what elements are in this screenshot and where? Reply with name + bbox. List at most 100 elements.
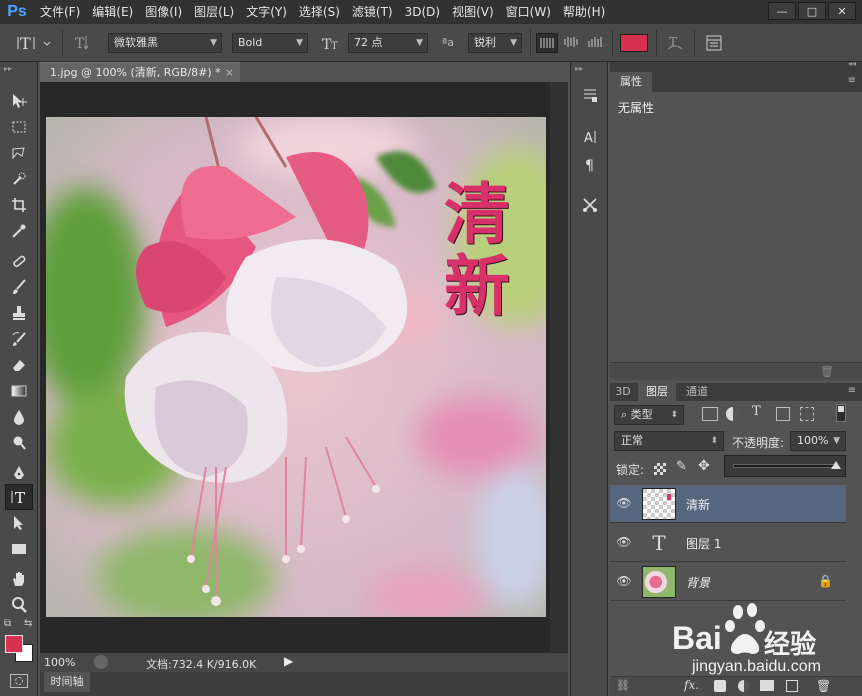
opacity-slider-track[interactable] bbox=[733, 464, 837, 468]
zoom-level[interactable]: 100% bbox=[44, 656, 75, 669]
collapse-icon[interactable]: ▸▸ bbox=[575, 64, 583, 73]
layer-name[interactable]: 清新 bbox=[686, 496, 710, 513]
tab-3d[interactable]: 3D bbox=[610, 383, 636, 401]
dodge-tool-icon[interactable] bbox=[5, 430, 33, 456]
align-left-icon[interactable] bbox=[536, 33, 558, 53]
new-layer-icon[interactable] bbox=[786, 680, 798, 692]
menu-help[interactable]: 帮助(H) bbox=[557, 0, 611, 24]
filter-pixel-icon[interactable] bbox=[702, 407, 718, 421]
restore-button[interactable]: □ bbox=[798, 2, 826, 20]
menu-file[interactable]: 文件(F) bbox=[34, 0, 86, 24]
warp-text-icon[interactable]: T bbox=[664, 33, 686, 53]
lock-transparent-icon[interactable] bbox=[654, 463, 666, 475]
eyedropper-tool-icon[interactable] bbox=[5, 218, 33, 244]
opacity-input[interactable]: 100% ▼ bbox=[790, 431, 846, 451]
marquee-tool-icon[interactable] bbox=[5, 114, 33, 140]
lasso-tool-icon[interactable] bbox=[5, 140, 33, 166]
minimize-button[interactable]: — bbox=[768, 2, 796, 20]
path-selection-tool-icon[interactable] bbox=[5, 510, 33, 536]
link-layers-icon[interactable]: ⛓ bbox=[616, 679, 630, 692]
font-family-select[interactable]: 微软雅黑 ▼ bbox=[108, 33, 222, 53]
panel-menu-icon[interactable]: ≡ bbox=[848, 75, 856, 86]
crop-tool-icon[interactable] bbox=[5, 192, 33, 218]
align-center-icon[interactable] bbox=[560, 33, 582, 53]
lock-pixels-icon[interactable]: ✎ bbox=[676, 459, 687, 474]
brush-tool-icon[interactable] bbox=[5, 274, 33, 300]
image-canvas[interactable]: 清 新 bbox=[46, 117, 546, 617]
status-info-icon[interactable] bbox=[94, 655, 108, 669]
tab-channels[interactable]: 通道 bbox=[678, 383, 716, 401]
tab-layers[interactable]: 图层 bbox=[638, 383, 676, 401]
quick-selection-tool-icon[interactable] bbox=[5, 166, 33, 192]
text-orientation-icon[interactable]: T bbox=[72, 33, 94, 53]
type-tool-icon[interactable]: T bbox=[5, 484, 33, 510]
font-style-select[interactable]: Bold ▼ bbox=[232, 33, 308, 53]
tool-presets-icon[interactable] bbox=[576, 192, 604, 218]
layer-filter-select[interactable]: ⌕ 类型 ⬍ bbox=[614, 405, 684, 425]
new-group-icon[interactable] bbox=[760, 680, 774, 691]
zoom-tool-icon[interactable] bbox=[5, 592, 33, 618]
menu-layer[interactable]: 图层(L) bbox=[188, 0, 240, 24]
healing-brush-tool-icon[interactable] bbox=[5, 248, 33, 274]
history-brush-tool-icon[interactable] bbox=[5, 326, 33, 352]
trash-icon[interactable]: 🗑 bbox=[820, 365, 834, 378]
default-colors-icon[interactable]: ⧉ bbox=[4, 618, 11, 629]
layer-row[interactable]: 👁 清新 bbox=[610, 485, 846, 523]
tab-properties[interactable]: 属性 bbox=[610, 72, 652, 92]
document-canvas-area[interactable]: 清 新 bbox=[40, 82, 568, 652]
antialias-select[interactable]: 锐利 ▼ bbox=[468, 33, 522, 53]
status-menu-arrow-icon[interactable]: ▶ bbox=[284, 654, 293, 668]
pen-tool-icon[interactable] bbox=[5, 460, 33, 486]
filter-type-icon[interactable]: T bbox=[752, 404, 761, 419]
font-size-select[interactable]: 72 点 ▼ bbox=[348, 33, 428, 53]
new-adjustment-layer-icon[interactable] bbox=[738, 680, 750, 692]
lock-position-icon[interactable]: ✥ bbox=[698, 458, 710, 474]
filter-smart-object-icon[interactable] bbox=[800, 407, 814, 421]
type-tool-preset-icon[interactable]: T bbox=[14, 33, 54, 53]
layer-name[interactable]: 背景 bbox=[686, 574, 710, 591]
layer-row[interactable]: 👁 背景 🔒 bbox=[610, 563, 846, 601]
align-right-icon[interactable] bbox=[584, 33, 606, 53]
collapse-icon[interactable]: ◂◂ bbox=[848, 59, 856, 68]
timeline-tab[interactable]: 时间轴 bbox=[44, 672, 90, 692]
rectangle-tool-icon[interactable] bbox=[5, 536, 33, 562]
collapse-icon[interactable]: ▸▸ bbox=[4, 64, 12, 73]
paragraph-panel-icon[interactable]: ¶ bbox=[576, 152, 604, 178]
panel-menu-icon[interactable]: ≡ bbox=[848, 385, 856, 396]
menu-image[interactable]: 图像(I) bbox=[139, 0, 188, 24]
add-mask-icon[interactable] bbox=[714, 680, 726, 692]
close-button[interactable]: ✕ bbox=[828, 2, 856, 20]
menu-type[interactable]: 文字(Y) bbox=[240, 0, 293, 24]
filter-toggle[interactable] bbox=[836, 404, 846, 422]
layer-style-icon[interactable]: fx. bbox=[684, 678, 699, 692]
clone-stamp-tool-icon[interactable] bbox=[5, 300, 33, 326]
delete-layer-icon[interactable]: 🗑 bbox=[816, 679, 831, 693]
gradient-tool-icon[interactable] bbox=[5, 378, 33, 404]
menu-3d[interactable]: 3D(D) bbox=[399, 0, 446, 24]
swap-colors-icon[interactable]: ⇆ bbox=[24, 618, 32, 629]
filter-shape-icon[interactable] bbox=[776, 407, 790, 421]
hand-tool-icon[interactable] bbox=[5, 566, 33, 592]
opacity-slider-thumb[interactable] bbox=[831, 461, 841, 469]
visibility-eye-icon[interactable]: 👁 bbox=[616, 574, 632, 590]
blend-mode-select[interactable]: 正常 ⬍ bbox=[614, 431, 724, 451]
quick-mask-icon[interactable] bbox=[10, 674, 28, 688]
menu-window[interactable]: 窗口(W) bbox=[500, 0, 557, 24]
move-tool-icon[interactable] bbox=[5, 88, 33, 114]
menu-select[interactable]: 选择(S) bbox=[293, 0, 346, 24]
canvas-text-layer[interactable]: 清 新 bbox=[444, 179, 524, 323]
visibility-eye-icon[interactable]: 👁 bbox=[616, 496, 632, 512]
layer-row[interactable]: 👁 T 图层 1 bbox=[610, 524, 846, 562]
foreground-color-swatch[interactable] bbox=[5, 635, 23, 653]
close-document-icon[interactable]: × bbox=[225, 63, 234, 83]
character-panel-icon[interactable]: A bbox=[576, 124, 604, 150]
document-tab[interactable]: 1.jpg @ 100% (清新, RGB/8#) * × bbox=[40, 62, 240, 82]
menu-filter[interactable]: 滤镜(T) bbox=[346, 0, 399, 24]
eraser-tool-icon[interactable] bbox=[5, 352, 33, 378]
menu-view[interactable]: 视图(V) bbox=[446, 0, 500, 24]
character-panel-icon[interactable] bbox=[702, 33, 726, 53]
visibility-eye-icon[interactable]: 👁 bbox=[616, 535, 632, 551]
layer-name[interactable]: 图层 1 bbox=[686, 535, 721, 552]
blur-tool-icon[interactable] bbox=[5, 404, 33, 430]
text-color-swatch[interactable] bbox=[620, 34, 648, 52]
